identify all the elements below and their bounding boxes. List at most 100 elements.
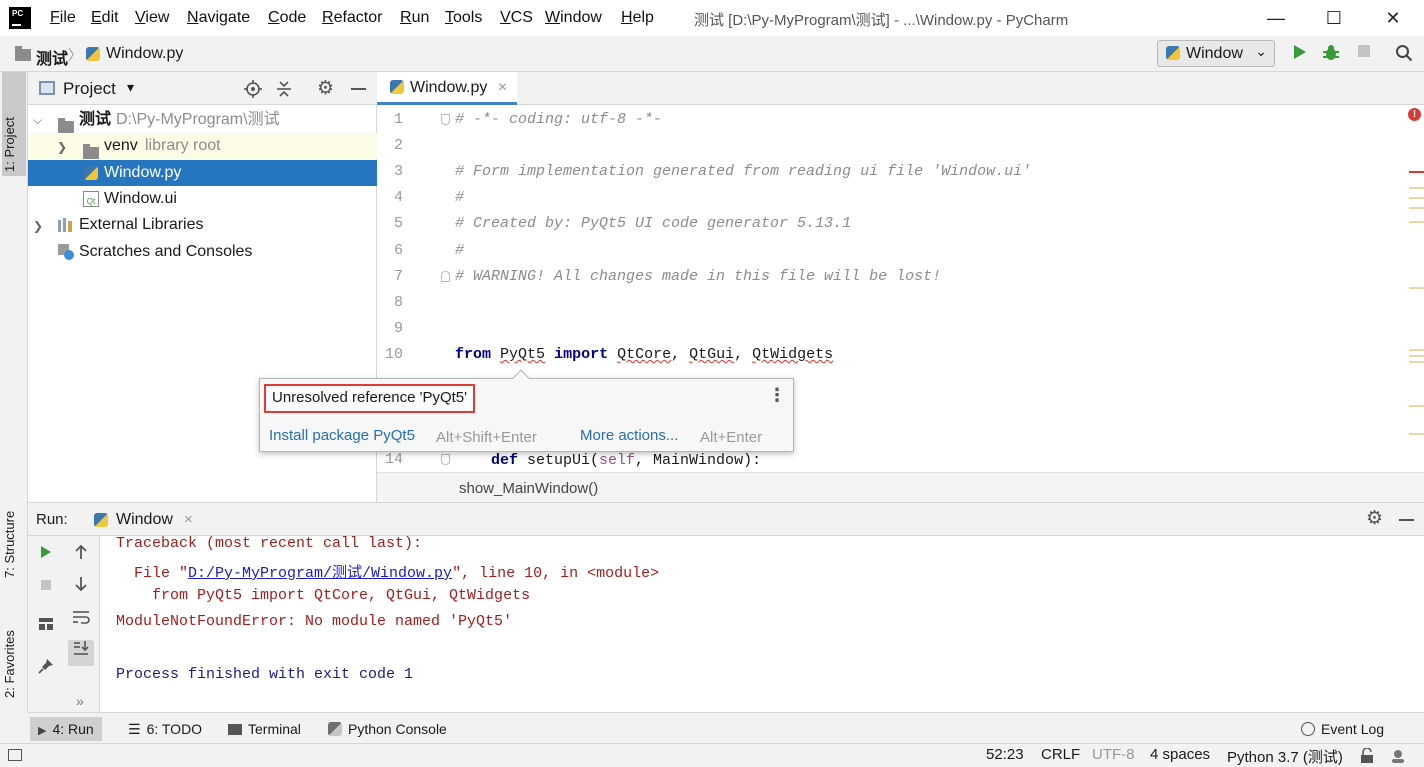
breadcrumb-project[interactable]: 测试 (36, 45, 68, 69)
pin-tab-button[interactable] (35, 658, 57, 680)
menu-refactor[interactable]: Refactor (322, 9, 382, 27)
code-breadcrumb-function[interactable]: show_MainWindow() (459, 480, 598, 497)
hide-panel-icon[interactable] (1399, 519, 1414, 521)
warning-mark[interactable] (1409, 287, 1424, 289)
scroll-to-end-button[interactable] (68, 640, 94, 666)
menu-navigate[interactable]: Navigate (187, 9, 250, 27)
chevron-right-icon[interactable]: ❯ (57, 134, 67, 160)
scroll-down-button[interactable] (70, 576, 92, 598)
editor-tab-window-py[interactable]: Window.py × (377, 72, 517, 105)
tool-button-python-console[interactable]: Python Console (320, 717, 455, 741)
menu-file[interactable]: File (50, 9, 76, 27)
settings-gear-icon[interactable]: ⚙ (1366, 507, 1383, 530)
inspector-icon[interactable] (1390, 748, 1406, 764)
warning-mark[interactable] (1409, 361, 1424, 363)
code-line-5[interactable]: # Created by: PyQt5 UI code generator 5.… (455, 215, 851, 232)
code-line-10[interactable]: from PyQt5 import QtCore, QtGui, QtWidge… (455, 346, 833, 363)
tool-button-event-log[interactable]: Event Log (1293, 717, 1392, 741)
tree-item-project-root[interactable]: ⌵ 测试 D:\Py-MyProgram\测试 (28, 107, 377, 133)
fold-marker-icon[interactable] (441, 454, 450, 465)
tool-button-python-console-label: Python Console (348, 721, 447, 737)
error-mark[interactable] (1409, 171, 1424, 173)
warning-mark[interactable] (1409, 405, 1424, 407)
self-param: self (599, 452, 636, 469)
run-configuration-selector[interactable]: Window ⌄ (1157, 40, 1275, 67)
tool-button-todo[interactable]: ☰ 6: TODO (120, 717, 210, 741)
hide-panel-icon[interactable] (351, 88, 366, 90)
minimize-button[interactable]: — (1256, 4, 1296, 32)
soft-wrap-button[interactable] (70, 609, 92, 631)
breadcrumb-file[interactable]: Window.py (106, 45, 183, 63)
warning-mark[interactable] (1409, 197, 1424, 199)
warning-mark[interactable] (1409, 187, 1424, 189)
more-actions-chevron-icon[interactable]: » (76, 693, 84, 709)
tree-item-external-libraries[interactable]: ❯ External Libraries (28, 212, 377, 238)
tree-item-label: External Libraries (79, 216, 204, 233)
tool-tab-structure[interactable]: 7: Structure (2, 482, 26, 582)
locate-file-icon[interactable] (244, 80, 262, 98)
close-run-tab-icon[interactable]: × (184, 511, 193, 528)
tool-tab-project[interactable]: 1: Project (2, 72, 26, 176)
tool-button-run[interactable]: ▶ 4: Run (30, 717, 102, 741)
tool-button-terminal[interactable]: Terminal (220, 717, 309, 741)
tree-item-venv[interactable]: ❯ venv library root (28, 133, 377, 159)
settings-gear-icon[interactable]: ⚙ (317, 77, 334, 100)
menu-run[interactable]: Run (400, 9, 429, 27)
code-line-14[interactable]: def setupUi(self, MainWindow): (491, 452, 761, 469)
stop-run-button[interactable] (35, 576, 57, 598)
fold-marker-icon[interactable] (441, 271, 450, 282)
chevron-right-icon[interactable]: ❯ (33, 213, 43, 239)
search-everywhere-button[interactable] (1393, 44, 1415, 64)
error-stripe[interactable] (1405, 105, 1424, 472)
close-window-button[interactable]: ✕ (1373, 4, 1413, 32)
more-actions-link[interactable]: More actions... (580, 427, 678, 444)
tool-button-terminal-label: Terminal (248, 721, 301, 737)
warning-mark[interactable] (1409, 433, 1424, 435)
menu-help[interactable]: Help (621, 9, 654, 27)
layout-button[interactable] (35, 616, 57, 638)
line-separator[interactable]: CRLF (1041, 746, 1080, 763)
menu-edit[interactable]: Edit (91, 9, 119, 27)
project-panel-title[interactable]: Project (63, 79, 116, 99)
tree-item-window-py[interactable]: Window.py (28, 160, 377, 186)
warning-mark[interactable] (1409, 349, 1424, 351)
maximize-button[interactable]: ☐ (1314, 4, 1354, 32)
menu-window[interactable]: Window (545, 9, 602, 27)
menu-view[interactable]: View (135, 9, 169, 27)
fold-marker-icon[interactable] (441, 114, 450, 125)
collapse-all-icon[interactable] (276, 80, 292, 98)
unresolved-module-pyqt5[interactable]: PyQt5 (500, 346, 545, 363)
tool-tab-favorites[interactable]: 2: Favorites (2, 602, 26, 702)
stop-button[interactable] (1353, 44, 1375, 64)
menu-vcs[interactable]: VCS (500, 9, 533, 27)
toggle-tool-windows-icon[interactable] (8, 749, 22, 761)
code-line-4[interactable]: # (455, 189, 464, 206)
caret-position[interactable]: 52:23 (986, 746, 1024, 763)
code-line-7[interactable]: # WARNING! All changes made in this file… (455, 268, 941, 285)
warning-mark[interactable] (1409, 355, 1424, 357)
close-tab-icon[interactable]: × (498, 79, 507, 96)
tree-item-scratches[interactable]: Scratches and Consoles (28, 239, 377, 265)
chevron-down-icon[interactable]: ⌵ (33, 107, 42, 133)
tree-item-window-ui[interactable]: Qt Window.ui (28, 186, 377, 212)
file-encoding[interactable]: UTF-8 (1092, 746, 1135, 763)
code-line-6[interactable]: # (455, 242, 464, 259)
lock-icon[interactable] (1360, 748, 1374, 764)
output-file-link[interactable]: D:/Py-MyProgram/测试/Window.py (188, 565, 452, 582)
run-tab-window[interactable]: Window (116, 511, 173, 529)
run-button[interactable] (1289, 44, 1311, 64)
chevron-down-icon[interactable]: ▾ (127, 79, 134, 96)
indent-setting[interactable]: 4 spaces (1150, 746, 1210, 763)
rerun-button[interactable] (35, 544, 57, 566)
menu-tools[interactable]: Tools (445, 9, 482, 27)
menu-code[interactable]: Code (268, 9, 306, 27)
more-options-icon[interactable]: ⋮ (768, 385, 786, 406)
install-package-link[interactable]: Install package PyQt5 (269, 427, 415, 444)
code-line-1[interactable]: # -*- coding: utf-8 -*- (455, 111, 662, 128)
warning-mark[interactable] (1409, 221, 1424, 223)
scroll-up-button[interactable] (70, 544, 92, 566)
python-interpreter[interactable]: Python 3.7 (测试) (1227, 746, 1343, 767)
code-line-3[interactable]: # Form implementation generated from rea… (455, 163, 1031, 180)
warning-mark[interactable] (1409, 207, 1424, 209)
debug-button[interactable] (1320, 44, 1342, 64)
